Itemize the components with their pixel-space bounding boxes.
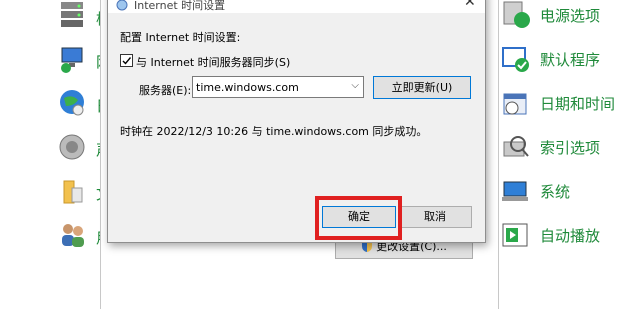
server-value: time.windows.com [196, 81, 299, 94]
sync-status-text: 时钟在 2022/12/3 10:26 与 time.windows.com 同… [120, 125, 428, 138]
folder-icon[interactable] [58, 176, 88, 206]
indexing-options-label: 索引选项 [540, 139, 601, 157]
users-icon[interactable] [58, 220, 88, 250]
network-icon[interactable] [58, 44, 88, 74]
internet-time-dialog: Internet 时间设置 ✕ 配置 Internet 时间设置: 与 Inte… [107, 0, 486, 243]
power-options-icon [500, 0, 532, 32]
system-link[interactable]: 系统 [500, 176, 620, 210]
indexing-options-link[interactable]: 索引选项 [500, 132, 620, 166]
check-icon [122, 57, 132, 65]
autoplay-icon [500, 220, 532, 252]
date-time-label: 日期和时间 [540, 95, 616, 113]
close-icon[interactable]: ✕ [464, 0, 476, 10]
power-options-label: 电源选项 [540, 7, 601, 25]
globe-icon[interactable] [58, 88, 88, 118]
autoplay-label: 自动播放 [540, 227, 601, 245]
date-time-icon [500, 88, 532, 120]
clock-globe-icon [116, 0, 128, 11]
power-options-link[interactable]: 电源选项 [500, 0, 620, 34]
sync-checkbox-label[interactable]: 与 Internet 时间服务器同步(S) [136, 54, 290, 70]
speaker-icon[interactable] [58, 132, 88, 162]
server-icon[interactable] [58, 0, 88, 30]
dialog-title: Internet 时间设置 [134, 0, 226, 12]
update-now-button[interactable]: 立即更新(U) [373, 76, 471, 99]
default-programs-link[interactable]: 默认程序 [500, 44, 620, 78]
default-programs-label: 默认程序 [540, 51, 601, 69]
highlight-box [315, 196, 402, 240]
dialog-titlebar[interactable]: Internet 时间设置 ✕ [108, 0, 485, 13]
default-programs-icon [500, 44, 532, 76]
indexing-options-icon [500, 132, 532, 164]
section-label: 配置 Internet 时间设置: [120, 31, 241, 44]
sync-checkbox[interactable] [120, 54, 133, 67]
server-select[interactable]: time.windows.com ⌵ [192, 76, 364, 98]
chevron-down-icon[interactable]: ⌵ [351, 80, 359, 91]
cancel-button[interactable]: 取消 [398, 206, 472, 228]
server-label: 服务器(E): [139, 84, 192, 97]
system-icon [500, 176, 532, 208]
autoplay-link[interactable]: 自动播放 [500, 220, 620, 254]
date-time-link[interactable]: 日期和时间 [500, 88, 620, 122]
system-label: 系统 [540, 183, 571, 201]
